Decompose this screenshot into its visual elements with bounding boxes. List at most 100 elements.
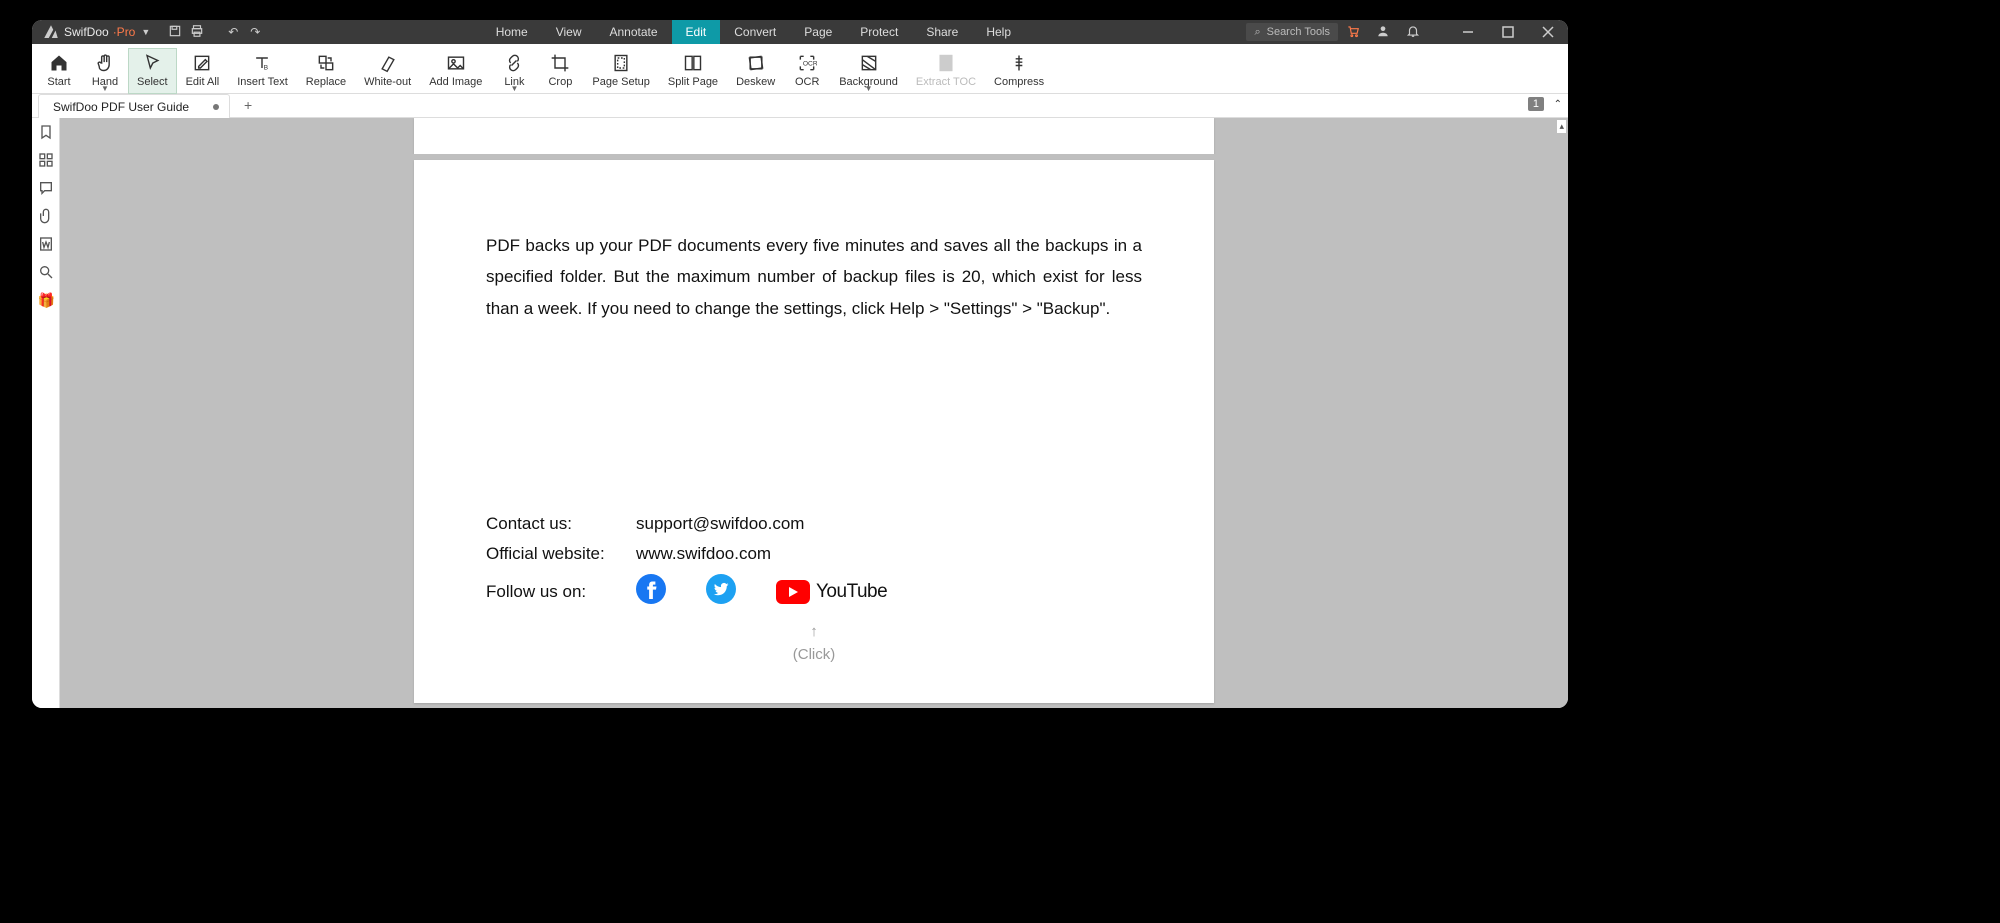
page-current: PDF backs up your PDF documents every fi… — [414, 160, 1214, 703]
search-placeholder: Search Tools — [1267, 26, 1330, 38]
search-panel-icon[interactable] — [38, 264, 54, 280]
contact-block: Contact us: support@swifdoo.com Official… — [486, 514, 1142, 663]
click-hint: ↑ (Click) — [486, 623, 1142, 663]
ribbon-editall[interactable]: Edit All — [177, 48, 229, 94]
editall-icon — [192, 51, 212, 75]
new-tab-button[interactable]: + — [238, 93, 258, 117]
select-icon — [142, 51, 162, 75]
ribbon-extracttoc: Extract TOC — [907, 48, 985, 94]
page-previous-bottom — [414, 118, 1214, 154]
collapse-ribbon-button[interactable]: ⌃ — [1554, 99, 1562, 110]
website-label: Official website: — [486, 544, 636, 564]
up-arrow-icon: ↑ — [486, 623, 1142, 640]
menu-protect[interactable]: Protect — [846, 20, 912, 44]
menu-page[interactable]: Page — [790, 20, 846, 44]
ribbon-replace[interactable]: Replace — [297, 48, 355, 94]
ribbon-pagesetup[interactable]: Page Setup — [583, 48, 659, 94]
facebook-icon[interactable] — [636, 574, 666, 609]
document-tab-title: SwifDoo PDF User Guide — [53, 100, 189, 114]
bell-icon[interactable] — [1398, 24, 1428, 41]
hand-icon — [95, 51, 115, 75]
search-icon: ⌕ — [1254, 26, 1260, 39]
ribbon-whiteout[interactable]: White-out — [355, 48, 420, 94]
page-number-badge[interactable]: 1 — [1528, 97, 1544, 111]
document-modified-dot-icon — [213, 104, 219, 110]
youtube-icon — [776, 580, 810, 604]
youtube-link[interactable]: YouTube — [776, 580, 887, 604]
undo-icon[interactable]: ↶ — [222, 25, 244, 39]
menu-convert[interactable]: Convert — [720, 20, 790, 44]
twitter-icon[interactable] — [706, 574, 736, 609]
menu-edit[interactable]: Edit — [672, 20, 721, 44]
attachments-panel-icon[interactable] — [38, 208, 54, 224]
start-icon — [49, 51, 69, 75]
app-menu-dropdown-icon[interactable]: ▼ — [141, 27, 150, 37]
app-logo-icon — [42, 23, 60, 41]
ribbon-toolbar: StartHand▼SelectEdit AllBInsert TextRepl… — [32, 44, 1568, 94]
gift-icon[interactable]: 🎁 — [38, 292, 54, 308]
ribbon-addimage[interactable]: Add Image — [420, 48, 491, 94]
menu-help[interactable]: Help — [972, 20, 1025, 44]
work-area: 🎁 PDF backs up your PDF documents every … — [32, 118, 1568, 708]
save-icon[interactable] — [164, 24, 186, 41]
comments-panel-icon[interactable] — [38, 180, 54, 196]
maximize-button[interactable] — [1488, 20, 1528, 44]
ribbon-ocr[interactable]: OCROCR — [784, 48, 830, 94]
cart-icon[interactable] — [1338, 24, 1368, 41]
menu-annotate[interactable]: Annotate — [596, 20, 672, 44]
replace-icon — [316, 51, 336, 75]
background-icon — [859, 51, 879, 75]
menu-home[interactable]: Home — [482, 20, 542, 44]
addimage-icon — [446, 51, 466, 75]
menu-share[interactable]: Share — [912, 20, 972, 44]
word-export-icon[interactable] — [38, 236, 54, 252]
splitpage-icon — [683, 51, 703, 75]
svg-text:OCR: OCR — [803, 61, 817, 68]
thumbnails-panel-icon[interactable] — [38, 152, 54, 168]
youtube-text: YouTube — [816, 581, 887, 603]
print-icon[interactable] — [186, 24, 208, 41]
contact-label: Contact us: — [486, 514, 636, 534]
follow-label: Follow us on: — [486, 582, 636, 602]
extracttoc-icon — [936, 51, 956, 75]
link-icon — [504, 51, 524, 75]
ribbon-splitpage[interactable]: Split Page — [659, 48, 727, 94]
ocr-icon: OCR — [797, 51, 817, 75]
main-menu: HomeViewAnnotateEditConvertPageProtectSh… — [266, 20, 1240, 44]
inserttext-icon: B — [252, 51, 272, 75]
ribbon-link[interactable]: Link▼ — [491, 48, 537, 94]
ribbon-inserttext[interactable]: BInsert Text — [228, 48, 297, 94]
ribbon-hand[interactable]: Hand▼ — [82, 48, 128, 94]
titlebar: SwifDoo ·Pro ▼ ↶ ↷ HomeViewAnnotateEditC… — [32, 20, 1568, 44]
side-panel: 🎁 — [32, 118, 60, 708]
click-hint-text: (Click) — [793, 646, 836, 663]
svg-text:B: B — [264, 65, 269, 72]
pagesetup-icon — [611, 51, 631, 75]
account-icon[interactable] — [1368, 24, 1398, 41]
search-tools-field[interactable]: ⌕ Search Tools — [1246, 23, 1338, 41]
ribbon-crop[interactable]: Crop — [537, 48, 583, 94]
document-tab[interactable]: SwifDoo PDF User Guide — [38, 94, 230, 118]
scroll-up-button[interactable]: ▴ — [1557, 120, 1566, 133]
app-variant: ·Pro — [113, 25, 136, 39]
app-window: SwifDoo ·Pro ▼ ↶ ↷ HomeViewAnnotateEditC… — [32, 20, 1568, 708]
redo-icon[interactable]: ↷ — [244, 25, 266, 39]
app-name: SwifDoo — [64, 25, 109, 39]
ribbon-select[interactable]: Select — [128, 48, 177, 94]
bookmark-panel-icon[interactable] — [38, 124, 54, 140]
document-viewport[interactable]: PDF backs up your PDF documents every fi… — [60, 118, 1568, 708]
ribbon-compress[interactable]: Compress — [985, 48, 1053, 94]
contact-email: support@swifdoo.com — [636, 514, 804, 534]
compress-icon — [1009, 51, 1029, 75]
ribbon-deskew[interactable]: Deskew — [727, 48, 784, 94]
website-url: www.swifdoo.com — [636, 544, 771, 564]
ribbon-background[interactable]: Background▼ — [830, 48, 907, 94]
whiteout-icon — [378, 51, 398, 75]
ribbon-start[interactable]: Start — [36, 48, 82, 94]
menu-view[interactable]: View — [542, 20, 596, 44]
close-button[interactable] — [1528, 20, 1568, 44]
crop-icon — [550, 51, 570, 75]
body-paragraph: PDF backs up your PDF documents every fi… — [486, 230, 1142, 324]
deskew-icon — [746, 51, 766, 75]
minimize-button[interactable] — [1448, 20, 1488, 44]
